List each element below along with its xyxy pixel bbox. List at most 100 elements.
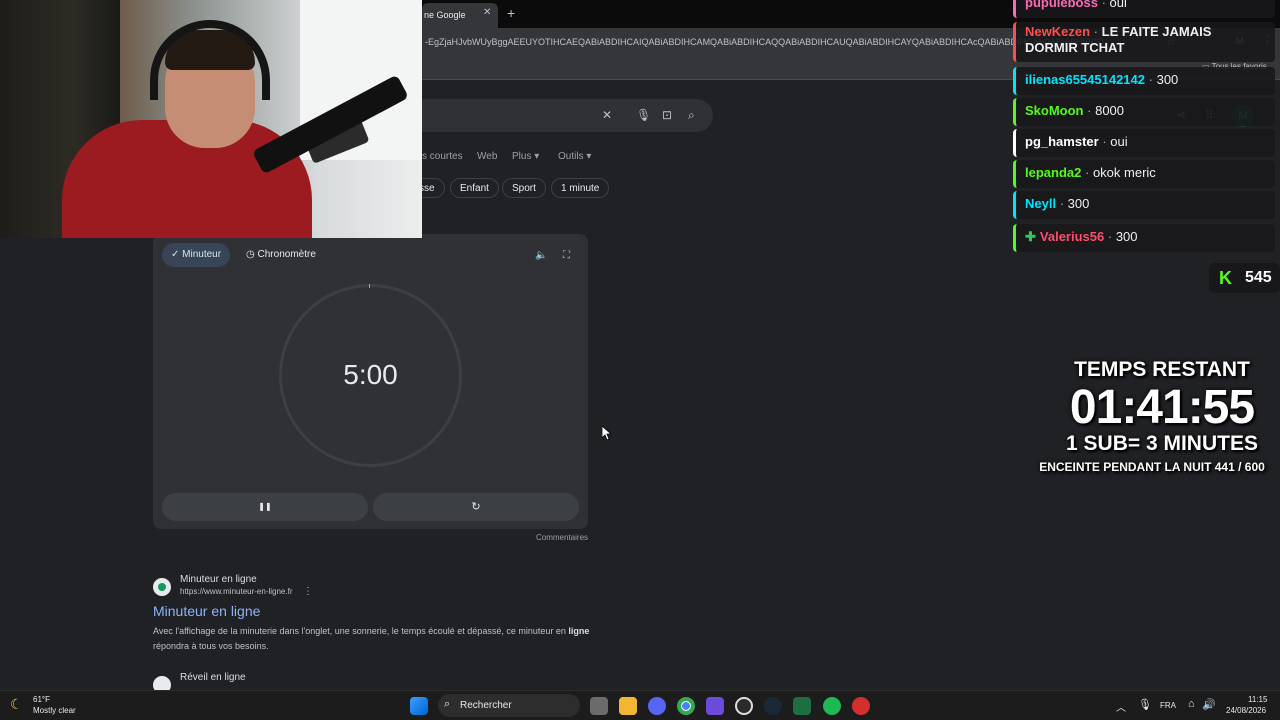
chat-message: ✚ Valerius56 · 300 [1013, 224, 1275, 252]
chat-username: SkoMoon [1025, 103, 1084, 118]
volume-icon[interactable]: 🔈 [535, 250, 547, 261]
discord-icon[interactable] [648, 697, 666, 715]
filter-chip[interactable]: 1 minute [551, 178, 610, 198]
task-view-icon[interactable] [590, 697, 608, 715]
file-explorer-icon[interactable] [619, 697, 637, 715]
filter-tab[interactable]: s courtes [422, 151, 463, 162]
search-result: Réveil en ligne [153, 672, 593, 690]
chat-username: lepanda2 [1025, 165, 1082, 180]
chat-username: NewKezen [1025, 24, 1091, 39]
chat-text: 300 [1115, 229, 1138, 244]
network-icon[interactable]: ⌂ [1188, 698, 1195, 710]
weather-temp: 61°F [33, 695, 50, 704]
desktop-screen: ne Google ✕ + -EgZjaHJvbWUyBggAEEUYOTIHC… [0, 0, 1280, 720]
chat-overlay: pupuleboss · oui NewKezen · LE FAITE JAM… [1013, 0, 1275, 256]
chat-message: Neyll · 300 [1013, 191, 1275, 219]
countdown-label: TEMPS RESTANT [1074, 358, 1250, 381]
clock-date[interactable]: 24/08/2026 [1226, 706, 1266, 715]
chat-message: pg_hamster · oui [1013, 129, 1275, 157]
filter-chip[interactable]: Sport [502, 178, 546, 198]
fullscreen-icon[interactable]: ⛶ [563, 250, 570, 261]
filter-chip[interactable]: Enfant [450, 178, 499, 198]
mouse-cursor-icon [602, 426, 612, 440]
chat-text: 8000 [1095, 103, 1125, 118]
chevron-up-icon[interactable]: ︿ [1116, 699, 1126, 714]
comments-link[interactable]: Commentaires [536, 533, 588, 542]
subscriber-badge-icon: ✚ [1025, 229, 1036, 244]
lens-icon[interactable]: ⊡ [662, 108, 672, 122]
language-indicator[interactable]: FRA [1160, 701, 1176, 710]
microphone-icon[interactable]: 🎙 [1138, 698, 1152, 711]
pause-button[interactable]: ❚❚ [162, 493, 368, 521]
volume-icon[interactable]: 🔊 [1202, 698, 1216, 711]
taskbar: ☾ 61°F Mostly clear ⌕ Rechercher ︿ 🎙 FRA … [0, 690, 1280, 720]
webcam-overlay [0, 0, 422, 238]
weather-desc: Mostly clear [33, 706, 76, 715]
search-icon[interactable]: ⌕ [688, 108, 695, 123]
chrome-icon[interactable] [677, 697, 695, 715]
chat-message: SkoMoon · 8000 [1013, 98, 1275, 126]
taskbar-search-label: Rechercher [460, 700, 512, 711]
site-url[interactable]: https://www.minuteur-en-ligne.fr [180, 587, 293, 596]
chat-text: oui [1109, 0, 1127, 10]
chat-text: 300 [1156, 72, 1179, 87]
windows-start-icon[interactable] [410, 697, 428, 715]
reset-icon: ↻ [471, 501, 481, 513]
site-name: Minuteur en ligne [180, 574, 257, 585]
tab-minuteur-label: Minuteur [182, 249, 222, 260]
clock-icon: ◷ [246, 249, 255, 260]
headset-icon [150, 20, 270, 100]
snippet-bold: ligne [568, 626, 590, 636]
mic-icon[interactable]: 🎙 [636, 108, 651, 122]
steam-icon[interactable] [764, 697, 782, 715]
viewer-counter: K 545 [1209, 263, 1280, 293]
new-tab-icon[interactable]: + [507, 5, 515, 21]
chat-text: 300 [1067, 196, 1090, 211]
chat-message: ilienas65545142142 · 300 [1013, 67, 1275, 95]
snippet-text: Avec l'affichage de la minuterie dans l'… [153, 626, 566, 636]
sub-rule: 1 SUB= 3 MINUTES [1066, 432, 1258, 455]
filter-tab[interactable]: Outils ▾ [558, 151, 591, 162]
chat-username: pupuleboss [1025, 0, 1098, 10]
clock-time[interactable]: 11:15 [1248, 695, 1267, 704]
taskbar-search[interactable]: ⌕ Rechercher [438, 694, 580, 717]
weather-moon-icon[interactable]: ☾ [10, 696, 23, 713]
app-grid-icon[interactable] [706, 697, 724, 715]
more-options-icon[interactable]: ⋮ [303, 586, 313, 597]
app-red-icon[interactable] [852, 697, 870, 715]
tab-chronometre-label: Chronomètre [257, 249, 316, 260]
reset-button[interactable]: ↻ [373, 493, 579, 521]
clear-icon[interactable]: ✕ [602, 108, 612, 122]
result-snippet: Avec l'affichage de la minuterie dans l'… [153, 624, 593, 654]
result-title-link[interactable]: Minuteur en ligne [153, 603, 260, 619]
tab-close-icon[interactable]: ✕ [483, 7, 491, 18]
obs-icon[interactable] [735, 697, 753, 715]
chat-text: oui [1110, 134, 1128, 149]
excel-icon[interactable] [793, 697, 811, 715]
countdown-time: 01:41:55 [1069, 381, 1255, 434]
timer-widget: ✓ Minuteur ◷ Chronomètre 🔈 ⛶ 5:00 ❚❚ ↻ [153, 234, 588, 529]
snippet-text: répondra à tous vos besoins. [153, 641, 269, 651]
site-name: Réveil en ligne [180, 672, 246, 683]
tab-title: ne Google [424, 10, 466, 20]
subathon-goal: ENCEINTE PENDANT LA NUIT 441 / 600 [1039, 460, 1265, 474]
filter-tab[interactable]: Web [477, 151, 497, 162]
chat-message: pupuleboss · oui [1013, 0, 1275, 18]
timer-value[interactable]: 5:00 [279, 359, 462, 391]
chat-username: Valerius56 [1039, 229, 1105, 244]
tab-chronometre[interactable]: ◷ Chronomètre [237, 243, 325, 267]
chat-username: pg_hamster [1025, 134, 1099, 149]
chat-message: NewKezen · LE FAITE JAMAIS DORMIR TCHAT [1013, 22, 1275, 62]
chat-username: ilienas65545142142 [1025, 72, 1145, 87]
spotify-icon[interactable] [823, 697, 841, 715]
site-favicon [153, 578, 171, 596]
viewer-count: 545 [1245, 269, 1272, 286]
chat-username: Neyll [1025, 196, 1057, 211]
pause-icon: ❚❚ [258, 502, 272, 511]
filter-tab[interactable]: Plus ▾ [512, 151, 539, 162]
dial-tick [369, 284, 370, 288]
kick-logo-icon: K [1219, 268, 1232, 288]
tab-minuteur[interactable]: ✓ Minuteur [162, 243, 231, 267]
chat-text: okok meric [1092, 165, 1156, 180]
search-box[interactable]: ✕ 🎙 ⊡ ⌕ [420, 99, 713, 132]
